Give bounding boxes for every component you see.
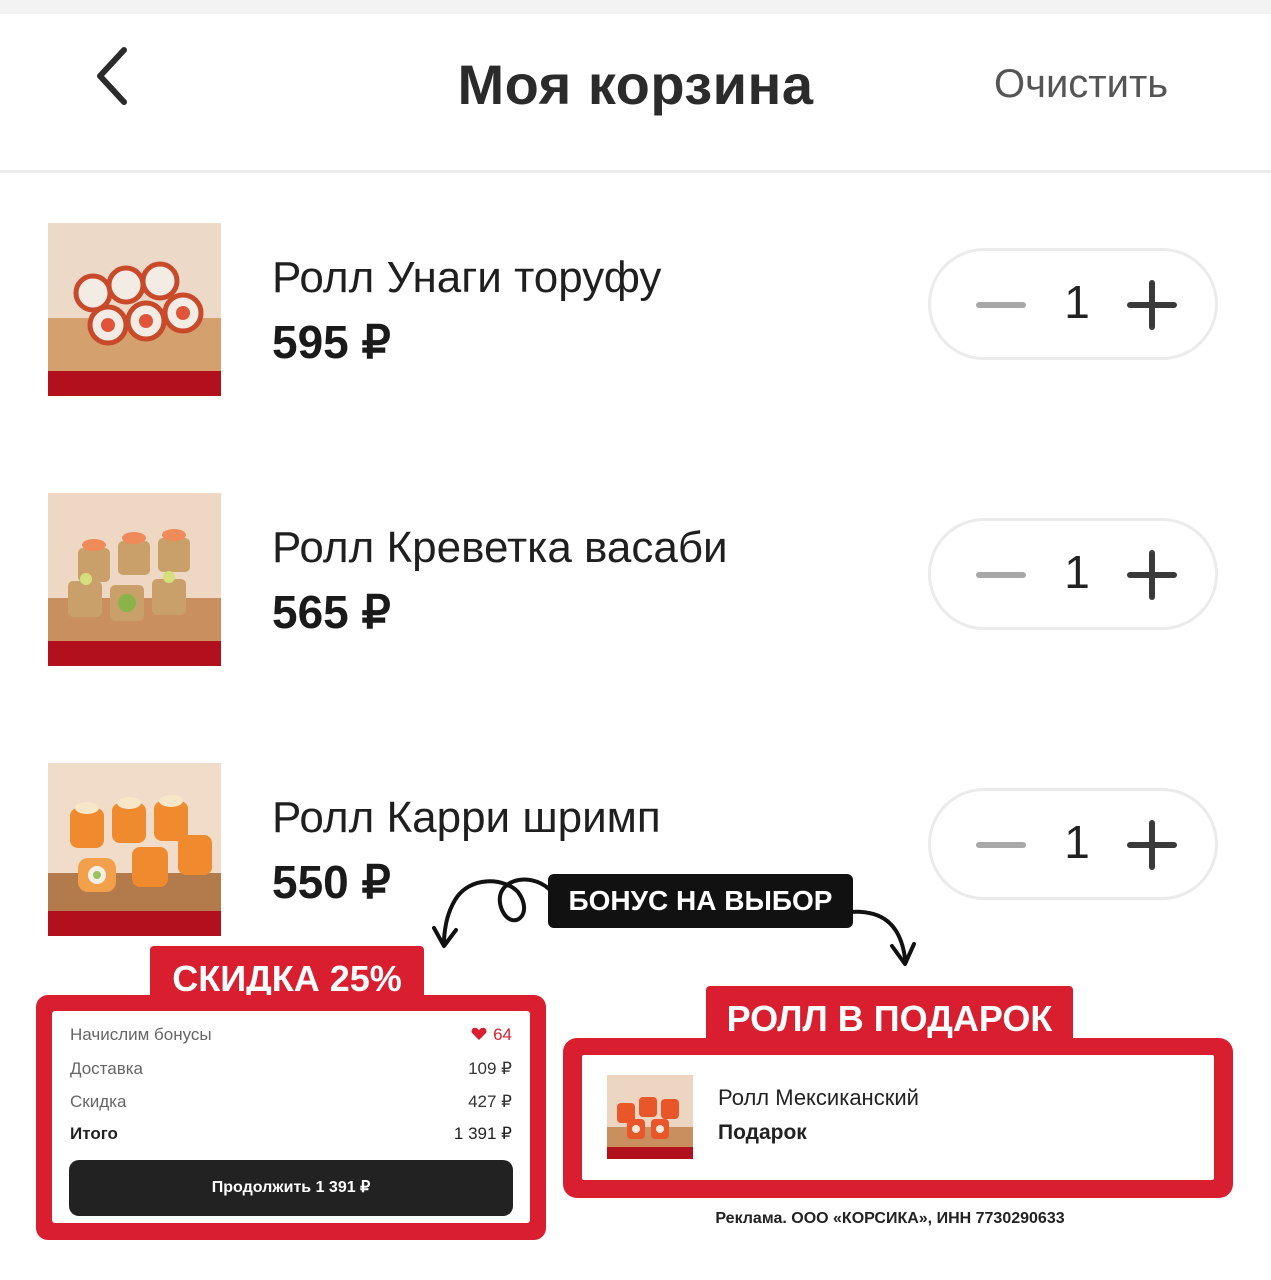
bonus-choice-label: БОНУС НА ВЫБОР — [548, 874, 853, 928]
item-price: 595 ₽ — [272, 316, 391, 368]
plus-icon — [1127, 280, 1177, 330]
bonus-row: Начислим бонусы 64 — [70, 1025, 512, 1045]
quantity-stepper: 1 — [928, 518, 1218, 630]
total-value: 1 391 ₽ — [453, 1124, 512, 1143]
header-divider — [0, 170, 1271, 173]
item-price: 565 ₽ — [272, 586, 391, 638]
gift-product-image — [607, 1075, 693, 1159]
ad-disclaimer: Реклама. ООО «КОРСИКА», ИНН 7730290633 — [715, 1210, 1065, 1227]
product-image — [48, 223, 221, 396]
minus-icon — [976, 302, 1026, 308]
increase-button[interactable] — [1124, 277, 1180, 333]
minus-icon — [976, 842, 1026, 848]
total-row: Итого 1 391 ₽ — [70, 1124, 512, 1144]
delivery-row: Доставка 109 ₽ — [70, 1059, 512, 1079]
gift-subtitle: Подарок — [718, 1121, 807, 1144]
total-label: Итого — [70, 1124, 118, 1143]
decrease-button[interactable] — [971, 555, 1031, 595]
discount-value: 427 ₽ — [468, 1092, 512, 1111]
bonus-value: 64 — [493, 1025, 512, 1044]
quantity-value: 1 — [1064, 546, 1090, 598]
bonus-label: Начислим бонусы — [70, 1025, 212, 1044]
bonus-value-wrap: 64 — [471, 1025, 512, 1045]
product-image — [48, 763, 221, 936]
item-price: 550 ₽ — [272, 856, 391, 908]
discount-label: Скидка — [70, 1092, 127, 1111]
cart-item: Ролл Креветка васаби 565 ₽ 1 — [0, 493, 1271, 668]
status-strip — [0, 0, 1271, 14]
discount-row: Скидка 427 ₽ — [70, 1092, 512, 1112]
order-summary: Начислим бонусы 64 Доставка 109 ₽ Скидка… — [52, 1011, 530, 1223]
quantity-stepper: 1 — [928, 788, 1218, 900]
increase-button[interactable] — [1124, 547, 1180, 603]
plus-icon — [1127, 820, 1177, 870]
clear-cart-button[interactable]: Очистить — [994, 62, 1168, 107]
quantity-value: 1 — [1064, 816, 1090, 868]
delivery-value: 109 ₽ — [468, 1059, 512, 1078]
item-name: Ролл Карри шримп — [272, 793, 661, 842]
continue-button[interactable]: Продолжить 1 391 ₽ — [69, 1160, 513, 1216]
minus-icon — [976, 572, 1026, 578]
gift-item: Ролл Мексиканский Подарок — [582, 1055, 1214, 1180]
increase-button[interactable] — [1124, 817, 1180, 873]
plus-icon — [1127, 550, 1177, 600]
decrease-button[interactable] — [971, 825, 1031, 865]
item-name: Ролл Унаги торуфу — [272, 253, 662, 302]
decrease-button[interactable] — [971, 285, 1031, 325]
cart-item: Ролл Унаги торуфу 595 ₽ 1 — [0, 223, 1271, 398]
product-image — [48, 493, 221, 666]
gift-name: Ролл Мексиканский — [718, 1085, 919, 1110]
quantity-value: 1 — [1064, 276, 1090, 328]
heart-icon — [471, 1027, 487, 1040]
item-name: Ролл Креветка васаби — [272, 523, 728, 572]
delivery-label: Доставка — [70, 1059, 144, 1078]
quantity-stepper: 1 — [928, 248, 1218, 360]
